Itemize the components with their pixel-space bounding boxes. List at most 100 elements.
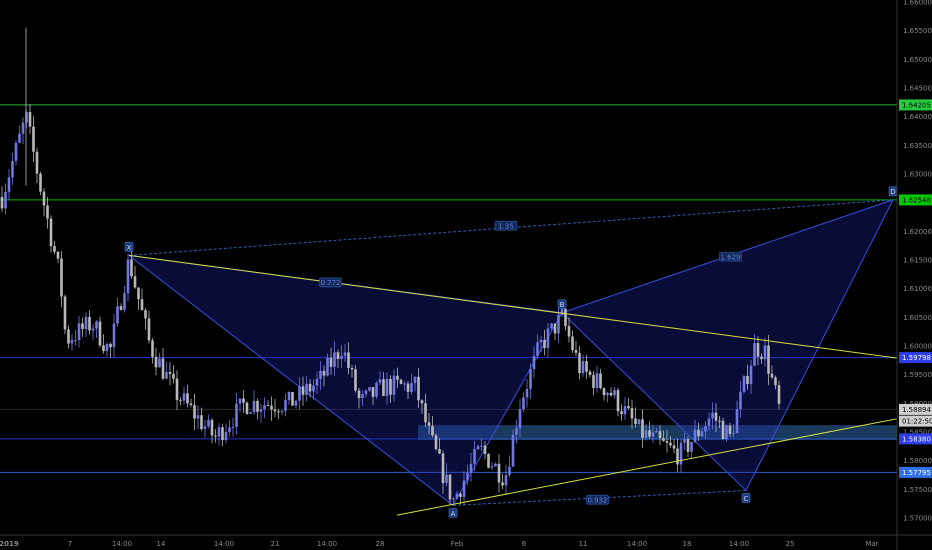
y-tick-label: 1.63000: [903, 171, 932, 179]
candle-body: [441, 453, 445, 484]
candle-body: [245, 402, 249, 414]
price-tag-label: 1.58894: [902, 406, 931, 414]
candle-body: [273, 409, 277, 412]
candle-body: [63, 296, 67, 330]
candle-body: [700, 431, 704, 437]
pattern-point-label: A: [451, 510, 456, 518]
candle-body: [711, 412, 714, 419]
candle-body: [462, 480, 466, 497]
y-tick-label: 1.61500: [903, 257, 932, 265]
candle-body: [308, 383, 312, 392]
harmonic-pattern[interactable]: [127, 198, 895, 507]
candle-body: [392, 375, 396, 395]
candle-body: [32, 126, 35, 152]
candle-body: [60, 258, 63, 297]
candle-body: [364, 390, 368, 395]
candle-body: [550, 323, 553, 329]
x-tick-label: 14:00: [627, 540, 647, 548]
candle-body: [165, 371, 168, 379]
candle-body: [438, 449, 441, 454]
candle-body: [543, 339, 546, 348]
candle-body: [756, 343, 760, 357]
candle-body: [105, 343, 109, 352]
candle-body: [763, 345, 767, 360]
candle-body: [259, 409, 263, 412]
candle-body: [329, 357, 333, 367]
candle-body: [305, 383, 308, 395]
candle-body: [21, 122, 25, 134]
candle-body: [137, 287, 140, 300]
candle-body: [151, 340, 154, 357]
candle-body: [333, 352, 336, 367]
candle-body: [28, 112, 32, 127]
candle-body: [298, 386, 301, 401]
y-tick-label: 1.65000: [903, 56, 932, 64]
price-tag-label: 1.58380: [902, 435, 931, 443]
candle-body: [326, 357, 329, 376]
candle-body: [238, 398, 242, 404]
candle-body: [7, 177, 11, 192]
x-axis[interactable]: 2019 7 14:00 14 14:00 21 14:00 28 Feb 6 11 14:00 18 1…: [0, 540, 879, 548]
candle-body: [637, 419, 641, 425]
candle-body: [350, 368, 354, 370]
x-tick-label: 18: [683, 540, 692, 548]
candle-body: [399, 379, 403, 384]
candle-body: [119, 306, 123, 310]
candle-body: [728, 425, 732, 434]
candle-body: [770, 373, 774, 378]
price-chart[interactable]: X A B C D 0.772 0.932 1.629 1.35 1.57000 1.57500 1…: [0, 0, 932, 550]
x-tick-label: 14:00: [729, 540, 749, 548]
candle-body: [739, 391, 742, 410]
candle-body: [357, 390, 361, 399]
price-tag-label: 1.59798: [902, 354, 931, 362]
ratio-label: 0.772: [320, 279, 340, 287]
candle-body: [46, 205, 49, 219]
candle-body: [200, 415, 203, 430]
candle-body: [287, 392, 291, 400]
candle-body: [18, 133, 21, 143]
x-tick-label: 21: [271, 540, 280, 548]
candle-body: [529, 369, 532, 389]
candle-body: [112, 323, 116, 348]
candle-body: [658, 431, 662, 439]
candle-body: [490, 466, 494, 468]
candle-body: [427, 422, 431, 426]
candle-body: [420, 400, 424, 404]
candle-body: [389, 378, 392, 395]
pattern-point-label: X: [127, 244, 132, 252]
x-tick-label: 6: [522, 540, 527, 548]
candle-body: [602, 388, 606, 396]
candle-body: [448, 474, 452, 500]
candle-body: [697, 429, 700, 437]
candle-body: [459, 493, 462, 497]
candle-body: [154, 356, 158, 368]
x-tick-label: Feb: [451, 540, 464, 548]
candle-body: [504, 475, 508, 486]
candle-body: [508, 466, 511, 476]
ratio-label: 1.629: [720, 253, 740, 261]
price-tag-label: 1.57795: [902, 469, 931, 477]
y-tick-label: 1.65500: [903, 27, 932, 35]
candle-body: [217, 427, 221, 437]
candle-body: [480, 445, 483, 447]
candle-body: [284, 399, 287, 411]
candle-body: [445, 474, 448, 484]
candle-body: [571, 336, 574, 351]
candle-body: [557, 314, 560, 334]
candle-body: [644, 430, 648, 438]
candle-body: [578, 352, 581, 374]
candle-body: [336, 352, 340, 359]
candle-body: [532, 355, 536, 370]
x-tick-label: 2019: [0, 540, 19, 548]
candle-body: [158, 358, 161, 368]
candle-body: [553, 323, 557, 334]
candle-body: [469, 463, 473, 473]
candle-body: [315, 378, 319, 386]
candle-body: [525, 388, 529, 398]
candle-body: [452, 498, 455, 500]
ratio-label: 0.932: [587, 497, 607, 505]
candle-body: [623, 406, 627, 415]
candle-body: [252, 400, 256, 413]
candle-body: [487, 453, 490, 468]
candle-body: [343, 352, 347, 356]
